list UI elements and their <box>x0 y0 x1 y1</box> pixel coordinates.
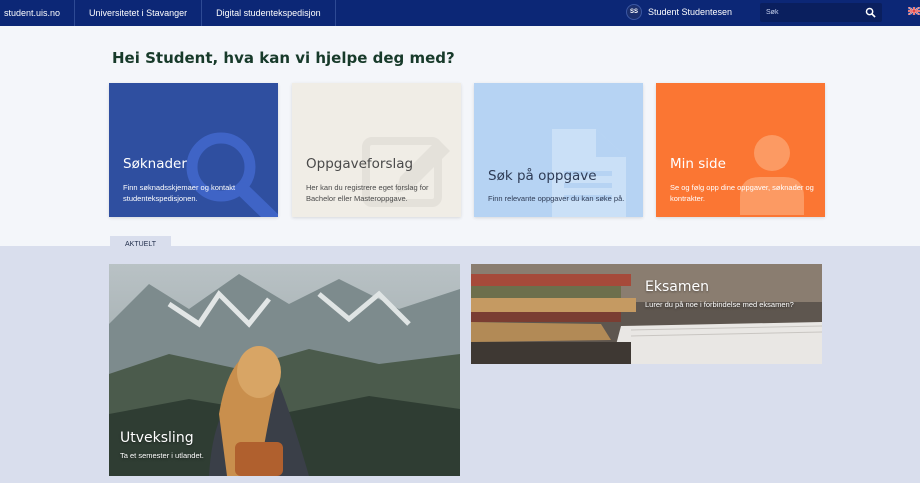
tile-description: Her kan du registrere eget forslag for B… <box>306 183 429 203</box>
tile-title: Min side <box>670 156 726 172</box>
card-description: Lurer du på noe i forbindelse med eksame… <box>645 300 794 309</box>
nav-link-uis[interactable]: Universitetet i Stavanger <box>75 0 203 26</box>
user-name: Student Studentesen <box>648 7 733 17</box>
card-description: Ta et semester i utlandet. <box>120 451 204 460</box>
tile-sok-pa-oppgave[interactable]: Søk på oppgave Finn relevante oppgaver d… <box>474 83 643 217</box>
card-title: Eksamen <box>645 279 709 295</box>
tile-title: Søknader <box>123 156 187 172</box>
tile-title: Oppgaveforslag <box>306 156 414 172</box>
nav-link-student-uis[interactable]: student.uis.no <box>0 0 76 26</box>
user-menu[interactable]: SS Student Studentesen <box>626 4 732 20</box>
tile-min-side[interactable]: Min side Se og følg opp dine oppgaver, s… <box>656 83 825 217</box>
tab-aktuelt[interactable]: AKTUELT <box>110 236 171 253</box>
tile-description: Finn relevante oppgaver du kan søke på. <box>488 194 625 203</box>
search-icon <box>186 132 278 217</box>
search-input[interactable] <box>766 9 862 16</box>
top-navigation: student.uis.no Universitetet i Stavanger… <box>0 0 920 26</box>
tile-soknader[interactable]: Søknader Finn søknadsskjemaer og kontakt… <box>109 83 278 217</box>
tile-description: Se og følg opp dine oppgaver, søknader o… <box>670 183 814 203</box>
user-icon <box>740 135 804 215</box>
page-title: Hei Student, hva kan vi hjelpe deg med? <box>112 49 455 67</box>
search-icon[interactable] <box>865 7 876 18</box>
uk-flag-icon[interactable] <box>908 7 920 15</box>
tile-description: Finn søknadsskjemaer og kontakt studente… <box>123 183 236 203</box>
nav-link-digital-studentekspedisjon[interactable]: Digital studentekspedisjon <box>202 0 336 26</box>
card-eksamen[interactable]: Eksamen Lurer du på noe i forbindelse me… <box>471 264 822 364</box>
avatar: SS <box>626 4 642 20</box>
search-box <box>760 3 882 22</box>
card-utveksling[interactable]: Utveksling Ta et semester i utlandet. <box>109 264 460 476</box>
card-title: Utveksling <box>120 430 194 446</box>
tile-oppgaveforslag[interactable]: Oppgaveforslag Her kan du registrere ege… <box>292 83 461 217</box>
tile-title: Søk på oppgave <box>488 168 597 184</box>
